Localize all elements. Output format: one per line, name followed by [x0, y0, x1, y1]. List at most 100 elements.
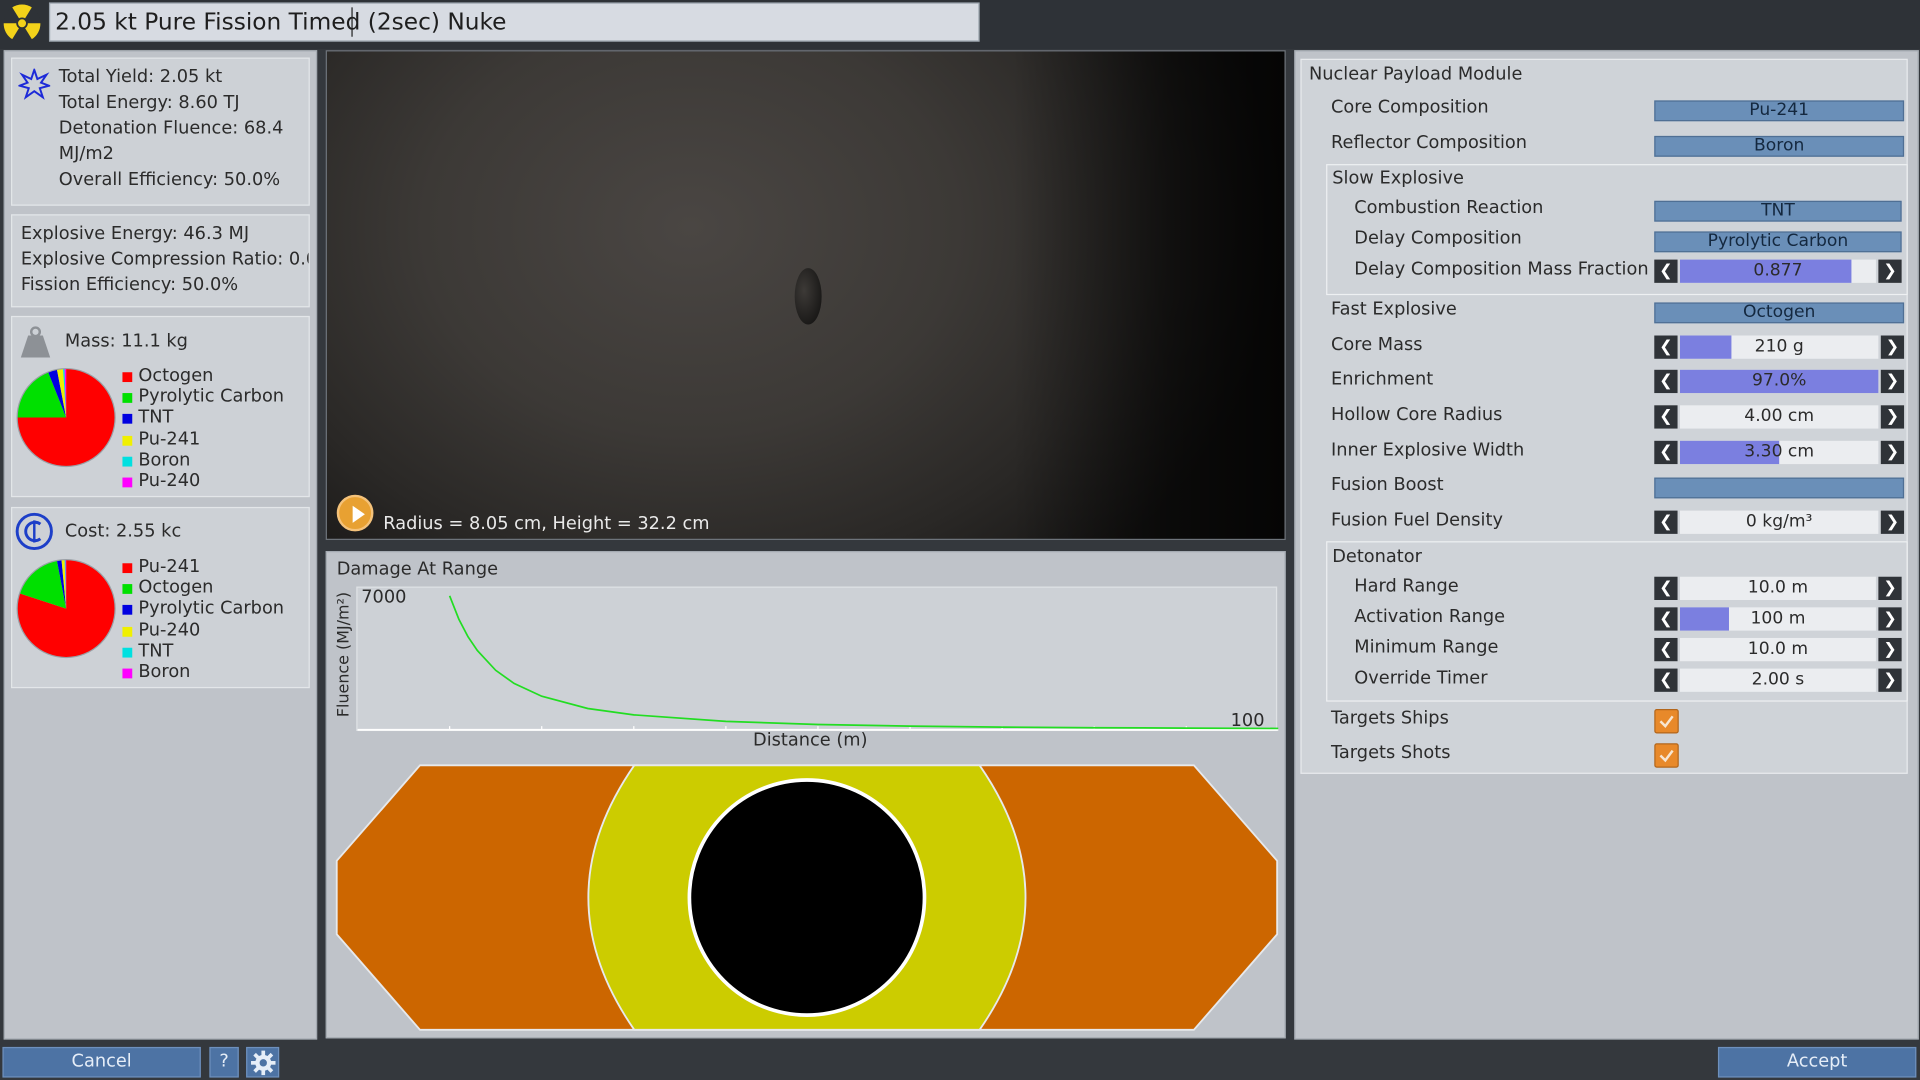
legend-swatch	[122, 668, 133, 679]
minimum-range-label: Minimum Range	[1354, 637, 1499, 658]
targets-ships-label: Targets Ships	[1331, 708, 1449, 729]
increase-arrow-icon[interactable]: ❯	[1880, 369, 1905, 394]
decrease-arrow-icon[interactable]: ❮	[1654, 405, 1678, 429]
decrease-arrow-icon[interactable]: ❮	[1654, 576, 1678, 601]
slider-track[interactable]: 210 g	[1680, 335, 1879, 359]
core-composition-select[interactable]: Pu-241	[1654, 100, 1905, 122]
slow-explosive-title: Slow Explosive	[1332, 168, 1464, 189]
slider-value: 3.30 cm	[1744, 442, 1815, 462]
slider-track[interactable]: 4.00 cm	[1680, 405, 1879, 429]
legend-label: Boron	[138, 450, 191, 470]
damage-chart: 7000 100	[356, 586, 1279, 732]
override-timer-slider[interactable]: ❮ 2.00 s ❯	[1654, 668, 1902, 692]
fission-efficiency: Fission Efficiency: 50.0%	[20, 275, 239, 296]
legend-label: Pyrolytic Carbon	[138, 387, 285, 407]
targets-ships-checkbox[interactable]	[1654, 708, 1679, 734]
legend-label: TNT	[138, 408, 174, 428]
radiation-icon[interactable]	[2, 4, 41, 43]
app-window: 2.05 kt Pure Fission Timed (2sec) Nuke T…	[0, 0, 1920, 1080]
slider-track[interactable]: 97.0%	[1680, 369, 1879, 394]
fast-explosive-label: Fast Explosive	[1331, 300, 1457, 320]
gear-icon	[250, 1049, 277, 1076]
slider-track[interactable]: 100 m	[1680, 607, 1876, 631]
decrease-arrow-icon[interactable]: ❮	[1654, 510, 1678, 534]
fusion-fuel-density-slider[interactable]: ❮ 0 kg/m³ ❯	[1654, 510, 1905, 534]
slider-value: 2.00 s	[1751, 669, 1805, 690]
slider-track[interactable]: 3.30 cm	[1680, 440, 1879, 465]
fusion-boost-select[interactable]	[1654, 477, 1905, 499]
detonator-group: Detonator Hard Range ❮ 10.0 m ❯ Activation…	[1326, 541, 1908, 702]
core-mass-slider[interactable]: ❮ 210 g ❯	[1654, 335, 1905, 359]
enrichment-label: Enrichment	[1331, 369, 1434, 390]
hard-range-label: Hard Range	[1354, 576, 1459, 597]
overall-efficiency: Overall Efficiency: 50.0%	[58, 170, 281, 190]
mass-label: Mass: 11.1 kg	[64, 331, 188, 352]
increase-arrow-icon[interactable]: ❯	[1878, 668, 1902, 692]
slider-track[interactable]: 10.0 m	[1680, 637, 1876, 662]
fusion-boost-label: Fusion Boost	[1331, 475, 1444, 495]
inner-explosive-width-label: Inner Explosive Width	[1331, 440, 1525, 461]
decrease-arrow-icon[interactable]: ❮	[1654, 259, 1678, 283]
activation-range-slider[interactable]: ❮ 100 m ❯	[1654, 607, 1902, 631]
legend-label: Boron	[138, 662, 191, 683]
legend-swatch	[122, 605, 133, 616]
decrease-arrow-icon[interactable]: ❮	[1654, 440, 1678, 465]
delay-mass-fraction-slider[interactable]: ❮ 0.877 ❯	[1654, 259, 1902, 283]
module-title: Nuclear Payload Module	[1308, 64, 1523, 85]
legend-label: Pu-241	[138, 429, 201, 449]
slider-track[interactable]: 0.877	[1680, 259, 1876, 283]
increase-arrow-icon[interactable]: ❯	[1878, 637, 1902, 662]
design-name-input[interactable]: 2.05 kt Pure Fission Timed (2sec) Nuke	[48, 2, 980, 42]
increase-arrow-icon[interactable]: ❯	[1878, 607, 1902, 631]
slider-value: 0.877	[1753, 260, 1803, 281]
explosive-box: Explosive Energy: 46.3 MJ Explosive Comp…	[11, 214, 310, 308]
right-panel: Nuclear Payload Module Core Composition …	[1294, 50, 1919, 1040]
decrease-arrow-icon[interactable]: ❮	[1654, 369, 1678, 394]
legend-swatch	[122, 563, 133, 574]
slider-track[interactable]: 0 kg/m³	[1680, 510, 1879, 534]
core-composition-label: Core Composition	[1331, 97, 1489, 118]
decrease-arrow-icon[interactable]: ❮	[1654, 637, 1678, 662]
slider-track[interactable]: 10.0 m	[1680, 576, 1876, 601]
help-button[interactable]: ?	[209, 1046, 239, 1078]
decrease-arrow-icon[interactable]: ❮	[1654, 668, 1678, 692]
damage-ylabel: Fluence (MJ/m²)	[334, 591, 354, 718]
slider-value: 10.0 m	[1747, 577, 1809, 598]
inner-explosive-width-slider[interactable]: ❮ 3.30 cm ❯	[1654, 440, 1905, 465]
legend-swatch	[122, 626, 133, 637]
play-button[interactable]	[336, 494, 374, 532]
cost-box: Cost: 2.55 kc Pu-241 Octogen Pyrolytic Car…	[11, 506, 310, 689]
legend-swatch	[122, 584, 133, 595]
settings-button[interactable]	[246, 1046, 280, 1078]
increase-arrow-icon[interactable]: ❯	[1880, 405, 1905, 429]
targets-shots-checkbox[interactable]	[1654, 743, 1679, 768]
accept-button[interactable]: Accept	[1717, 1046, 1917, 1078]
combustion-reaction-select[interactable]: TNT	[1654, 200, 1902, 222]
fast-explosive-select[interactable]: Octogen	[1654, 302, 1905, 324]
increase-arrow-icon[interactable]: ❯	[1878, 576, 1902, 601]
increase-arrow-icon[interactable]: ❯	[1880, 335, 1905, 359]
legend-swatch	[122, 393, 133, 404]
increase-arrow-icon[interactable]: ❯	[1880, 440, 1905, 465]
legend-label: Pu-240	[138, 471, 201, 492]
detonator-title: Detonator	[1332, 547, 1422, 567]
slider-value: 97.0%	[1751, 371, 1807, 391]
hard-range-slider[interactable]: ❮ 10.0 m ❯	[1654, 576, 1902, 601]
enrichment-slider[interactable]: ❮ 97.0% ❯	[1654, 369, 1905, 394]
decrease-arrow-icon[interactable]: ❮	[1654, 335, 1678, 359]
combustion-reaction-label: Combustion Reaction	[1354, 198, 1544, 218]
minimum-range-slider[interactable]: ❮ 10.0 m ❯	[1654, 637, 1902, 662]
increase-arrow-icon[interactable]: ❯	[1880, 510, 1905, 534]
hollow-core-radius-label: Hollow Core Radius	[1331, 405, 1503, 425]
weapon-3d-viewport[interactable]: Radius = 8.05 cm, Height = 32.2 cm	[325, 50, 1286, 541]
reflector-composition-select[interactable]: Boron	[1654, 135, 1905, 157]
delay-composition-select[interactable]: Pyrolytic Carbon	[1654, 231, 1902, 253]
slider-track[interactable]: 2.00 s	[1680, 668, 1876, 692]
legend-swatch	[122, 477, 133, 488]
increase-arrow-icon[interactable]: ❯	[1878, 259, 1902, 283]
cancel-button[interactable]: Cancel	[2, 1046, 201, 1078]
weapon-model[interactable]	[794, 268, 822, 325]
decrease-arrow-icon[interactable]: ❮	[1654, 607, 1678, 631]
slider-value: 0 kg/m³	[1745, 511, 1813, 532]
hollow-core-radius-slider[interactable]: ❮ 4.00 cm ❯	[1654, 405, 1905, 429]
